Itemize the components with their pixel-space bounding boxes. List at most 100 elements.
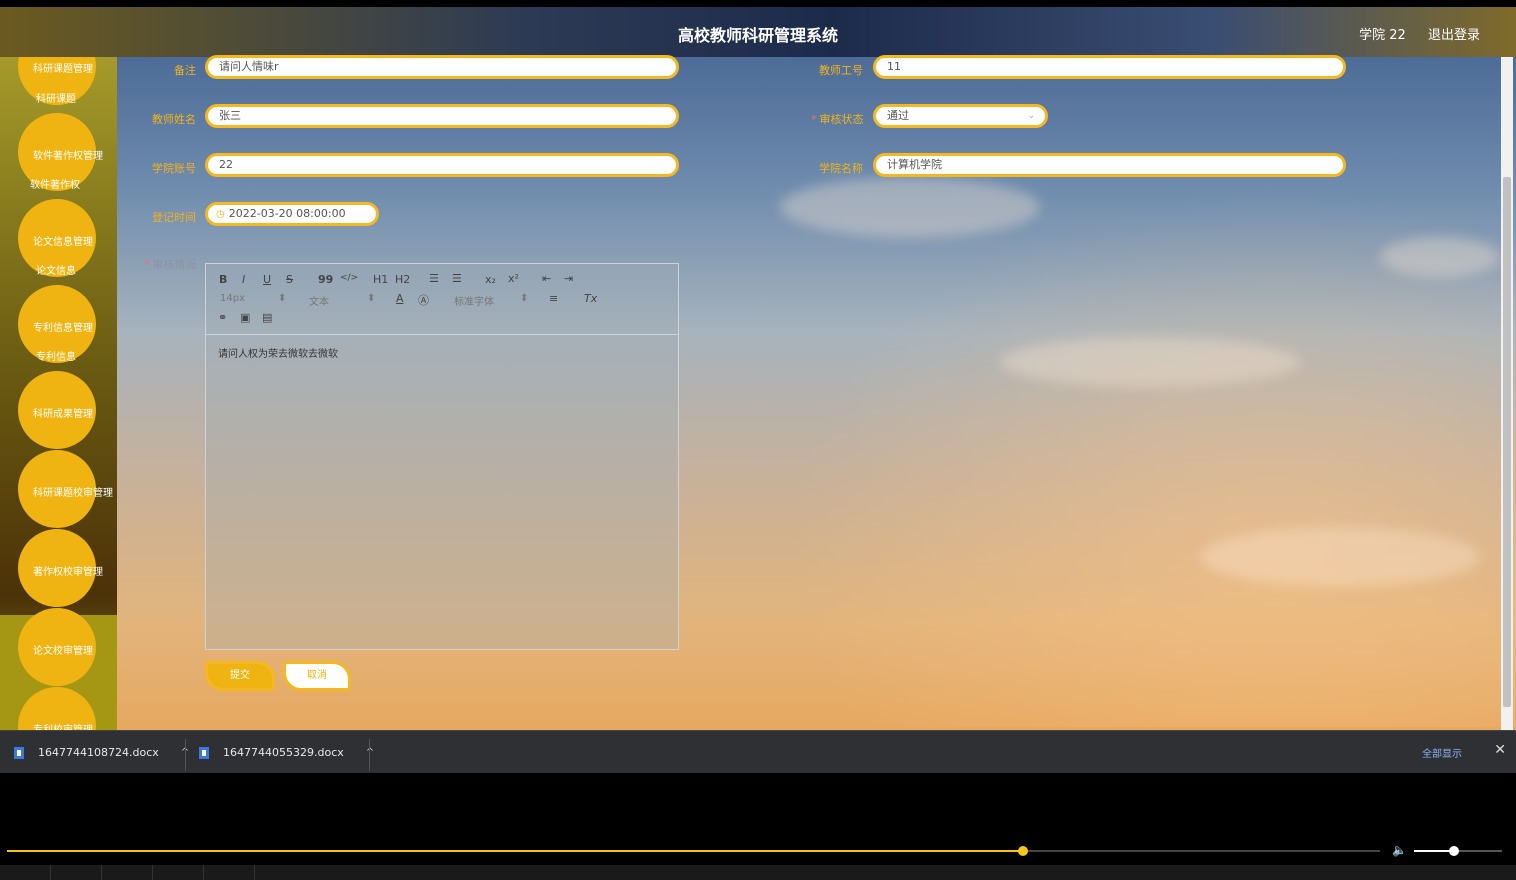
- sidebar-item-label: 软件著作权管理: [33, 151, 103, 162]
- sidebar-item-label: 科研课题校审管理: [33, 488, 113, 499]
- volume-slider[interactable]: [1414, 846, 1502, 856]
- divider: [101, 865, 102, 880]
- top-navbar: 高校教师科研管理系统 学院 22 退出登录: [0, 7, 1516, 57]
- word-doc-icon: [199, 746, 209, 759]
- sidebar-subitem-software-copyright[interactable]: 软件著作权: [30, 176, 80, 191]
- font-color-icon[interactable]: A: [396, 292, 404, 305]
- editor-toolbar: B I U S 99 </> H1 H2 ☰ ☰ x₂ x² ⇤ ⇥ 14px …: [206, 264, 678, 335]
- register-time-value: 2022-03-20 08:00:00: [228, 207, 346, 220]
- cloud: [1380, 237, 1500, 277]
- outdent-icon[interactable]: ⇤: [542, 272, 551, 285]
- word-doc-icon: [14, 746, 24, 759]
- indent-icon[interactable]: ⇥: [564, 272, 573, 285]
- sidebar: 科研课题管理 科研课题 软件著作权管理 软件著作权 论文信息管理 论文信息 专利…: [0, 57, 117, 730]
- teacher-name-label: 教师姓名: [152, 113, 196, 126]
- college-name-input[interactable]: 计算机学院: [873, 153, 1346, 177]
- font-family-select[interactable]: 标准字体: [454, 293, 494, 308]
- sidebar-item-label: 著作权校审管理: [33, 567, 103, 578]
- taskbar-strip: [0, 865, 1516, 880]
- sidebar-item-label: 专利校审管理: [33, 721, 93, 730]
- sidebar-item-label: 专利信息管理: [33, 323, 93, 334]
- volume-icon[interactable]: 🔈: [1392, 843, 1407, 857]
- cloud: [1200, 527, 1480, 587]
- italic-icon[interactable]: I: [242, 273, 245, 286]
- download-item[interactable]: 1647744055329.docx ^: [199, 731, 374, 774]
- rich-text-editor: B I U S 99 </> H1 H2 ☰ ☰ x₂ x² ⇤ ⇥ 14px …: [205, 263, 679, 650]
- page-title: 高校教师科研管理系统: [677, 26, 838, 45]
- review-detail-label: 审核情况: [144, 256, 197, 272]
- background-color-icon[interactable]: Ⓐ: [418, 292, 429, 308]
- teacher-name-input[interactable]: 张三: [205, 104, 679, 128]
- download-item[interactable]: 1647744108724.docx ^: [14, 731, 189, 774]
- sidebar-item-label: 科研成果管理: [33, 409, 93, 420]
- select-arrows-icon: ⬍: [520, 293, 529, 304]
- strikethrough-icon[interactable]: S: [286, 273, 293, 286]
- ordered-list-icon[interactable]: ☰: [429, 272, 439, 285]
- heading1-icon[interactable]: H1: [373, 273, 388, 286]
- register-time-picker[interactable]: ◷ 2022-03-20 08:00:00: [205, 202, 379, 226]
- review-status-label: 审核状态: [811, 111, 864, 127]
- user-label: 学院 22: [1359, 28, 1406, 43]
- bold-icon[interactable]: B: [219, 273, 227, 286]
- user-area: 学院 22 退出登录: [1341, 24, 1480, 43]
- volume-fill: [1414, 850, 1454, 852]
- divider: [369, 739, 370, 771]
- register-time-label: 登记时间: [152, 211, 196, 224]
- cloud: [780, 177, 1040, 237]
- clock-icon: ◷: [216, 209, 225, 220]
- review-status-value: 通过: [887, 109, 909, 122]
- quote-icon[interactable]: 99: [318, 273, 333, 286]
- teacher-id-label: 教师工号: [819, 64, 863, 77]
- select-arrows-icon: ⬍: [278, 293, 287, 304]
- heading2-icon[interactable]: H2: [395, 273, 410, 286]
- download-filename: 1647744108724.docx: [38, 746, 159, 759]
- video-icon[interactable]: ▤: [262, 311, 272, 324]
- sidebar-subitem-research-topic[interactable]: 科研课题: [36, 90, 76, 105]
- text-type-select[interactable]: 文本: [309, 293, 329, 308]
- download-bar: 1647744108724.docx ^ 1647744055329.docx …: [0, 730, 1516, 774]
- underline-icon[interactable]: U: [263, 273, 271, 286]
- seek-handle[interactable]: [1018, 846, 1029, 856]
- show-all-link[interactable]: 全部显示: [1422, 745, 1462, 760]
- cloud: [1000, 337, 1300, 387]
- review-status-select[interactable]: 通过 ⌄: [873, 104, 1048, 128]
- logout-link[interactable]: 退出登录: [1428, 28, 1480, 43]
- link-icon[interactable]: ⚭: [218, 311, 227, 324]
- sidebar-item-label: 科研课题管理: [33, 64, 93, 75]
- sidebar-item-label: 论文校审管理: [33, 646, 93, 657]
- seek-bar[interactable]: [7, 846, 1380, 856]
- sidebar-subitem-patent-info[interactable]: 专利信息: [36, 348, 76, 363]
- divider: [203, 865, 204, 880]
- editor-content[interactable]: 请问人权为荣去微软去微软: [206, 335, 678, 370]
- scrollbar-thumb[interactable]: [1503, 177, 1511, 707]
- divider: [254, 865, 255, 880]
- align-icon[interactable]: ≡: [549, 292, 558, 305]
- remark-label: 备注: [174, 64, 196, 77]
- video-player-controls: 🔈: [0, 773, 1516, 880]
- divider: [50, 865, 51, 880]
- remark-input[interactable]: 请问人情味r: [205, 55, 679, 79]
- college-name-label: 学院名称: [819, 162, 863, 175]
- college-account-label: 学院账号: [152, 162, 196, 175]
- sidebar-subitem-paper-info[interactable]: 论文信息: [36, 262, 76, 277]
- submit-button[interactable]: 提交: [205, 661, 275, 691]
- college-account-input[interactable]: 22: [205, 153, 679, 177]
- bullet-list-icon[interactable]: ☰: [452, 272, 462, 285]
- volume-handle[interactable]: [1448, 846, 1459, 856]
- superscript-icon[interactable]: x²: [508, 272, 519, 285]
- close-icon[interactable]: ✕: [1494, 742, 1506, 758]
- teacher-id-input[interactable]: 11: [873, 55, 1346, 79]
- font-size-select[interactable]: 14px: [220, 293, 245, 304]
- page-scrollbar[interactable]: [1501, 57, 1513, 730]
- image-icon[interactable]: ▣: [240, 311, 250, 324]
- subscript-icon[interactable]: x₂: [485, 273, 496, 286]
- chevron-down-icon: ⌄: [1027, 111, 1035, 121]
- download-filename: 1647744055329.docx: [223, 746, 344, 759]
- app-window: 高校教师科研管理系统 学院 22 退出登录 科研课题管理 科研课题 软件著作权管…: [0, 7, 1516, 730]
- sidebar-item-label: 论文信息管理: [33, 237, 93, 248]
- cancel-button[interactable]: 取消: [283, 661, 351, 691]
- select-arrows-icon: ⬍: [367, 293, 376, 304]
- clear-format-icon[interactable]: Tx: [584, 292, 597, 305]
- code-block-icon[interactable]: </>: [340, 273, 358, 283]
- seek-bar-fill: [7, 850, 1024, 852]
